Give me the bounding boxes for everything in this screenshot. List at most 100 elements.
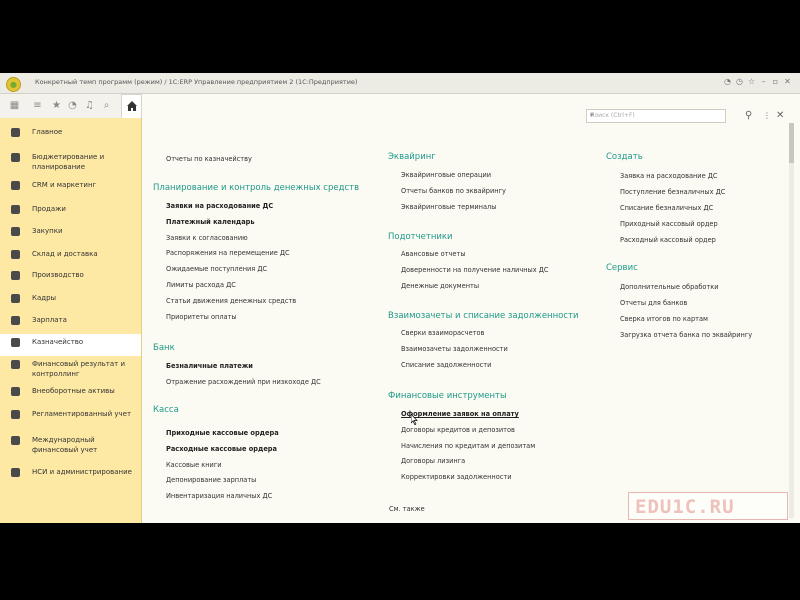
sidebar-item-label: Внеоборотные активы [32,387,115,395]
nav-link[interactable]: Договоры кредитов и депозитов [401,426,515,434]
nav-link[interactable]: Доверенности на получение наличных ДС [401,266,549,274]
nav-link[interactable]: Расходные кассовые ордера [166,445,277,453]
maximize-icon[interactable]: ▫ [771,76,780,87]
nav-link[interactable]: Денежные документы [401,282,479,290]
nav-link[interactable]: Распоряжения на перемещение ДС [166,249,290,257]
search-settings-icon[interactable]: ⚲ [745,110,752,121]
nav-link[interactable]: Статьи движения денежных средств [166,297,296,305]
sidebar-item[interactable]: Бюджетирование и планирование [0,149,141,175]
app-logo-icon: ● [6,77,21,92]
scrollbar[interactable] [789,123,794,518]
sidebar-item[interactable]: Закупки [0,223,141,241]
sidebar-item[interactable]: Внеоборотные активы [0,383,141,401]
search-icon[interactable]: ⌕ [100,99,113,112]
globe-icon [11,436,20,445]
more-icon[interactable]: ⋮ [763,111,771,120]
nav-link[interactable]: Расходный кассовый ордер [620,236,716,244]
see-also-link[interactable]: См. также [389,505,425,513]
menu-icon [11,128,20,137]
sidebar-item-label: Кадры [32,294,57,302]
scrollbar-thumb[interactable] [789,123,794,163]
sidebar-item[interactable]: Производство [0,267,141,285]
title-bar: ● Конкретный темп программ (режим) / 1С:… [0,73,800,94]
cart-icon [11,205,20,214]
close-icon[interactable]: ✕ [776,110,784,121]
star-icon[interactable]: ☆ [747,76,756,87]
minimize-icon[interactable]: – [759,76,768,87]
bell-icon[interactable]: ♫ [83,99,96,112]
section-heading: Создать [606,152,643,162]
history-icon[interactable]: ◔ [66,99,79,112]
nav-link[interactable]: Приходный кассовый ордер [620,220,718,228]
sidebar: Главное Бюджетирование и планирование CRM … [0,118,142,523]
nav-link[interactable]: Сверка итогов по картам [620,315,708,323]
nav-link[interactable]: Приходные кассовые ордера [166,429,279,437]
dropdown-arrow-icon[interactable]: ▾ [590,111,722,119]
nav-link[interactable]: Сверки взаиморасчетов [401,329,484,337]
nav-link[interactable]: Корректировки задолженности [401,473,511,481]
app-window: ● Конкретный темп программ (режим) / 1С:… [0,73,800,523]
section-heading: Банк [153,343,175,353]
history-icon[interactable]: ◷ [735,76,744,87]
nav-link[interactable]: Инвентаризация наличных ДС [166,492,272,500]
nav-link[interactable]: Лимиты расхода ДС [166,281,236,289]
nav-link[interactable]: Договоры лизинга [401,457,465,465]
warehouse-icon [11,250,20,259]
nav-link[interactable]: Загрузка отчета банка по эквайрингу [620,331,752,339]
nav-link[interactable]: Списание задолженности [401,361,491,369]
chart-icon [11,360,20,369]
sidebar-item[interactable]: Главное [0,124,141,142]
sidebar-item-label: Главное [32,128,63,136]
nav-link[interactable]: Платежный календарь [166,218,255,226]
nav-link[interactable]: Взаимозачеты задолженности [401,345,508,353]
search-field[interactable]: Поиск (Ctrl+F) ▾ [586,109,726,123]
section-heading: Сервис [606,263,638,273]
sidebar-item[interactable]: CRM и маркетинг [0,177,141,195]
nav-link[interactable]: Отчеты для банков [620,299,687,307]
nav-link[interactable]: Авансовые отчеты [401,250,466,258]
menu-icon[interactable]: ≡ [31,99,44,112]
nav-link[interactable]: Поступление безналичных ДС [620,188,725,196]
sidebar-item-label: CRM и маркетинг [32,181,97,189]
nav-link[interactable]: Заявки к согласованию [166,234,248,242]
nav-link[interactable]: Кассовые книги [166,461,222,469]
sidebar-item[interactable]: Казначейство [0,334,141,356]
nav-link[interactable]: Дополнительные обработки [620,283,719,291]
sidebar-item[interactable]: Зарплата [0,312,141,330]
nav-link[interactable]: Ожидаемые поступления ДС [166,265,267,273]
nav-link[interactable]: Отчеты банков по эквайрингу [401,187,506,195]
treasury-icon [11,338,20,347]
nav-link[interactable]: Начисления по кредитам и депозитам [401,442,535,450]
nav-link[interactable]: Эквайринговые операции [401,171,491,179]
section-heading: Эквайринг [388,152,436,162]
nav-link[interactable]: Заявки на расходование ДС [166,202,273,210]
close-window-icon[interactable]: ✕ [783,76,792,87]
sidebar-item[interactable]: Финансовый результат и контроллинг [0,356,141,382]
mouse-cursor-icon [411,414,418,425]
sidebar-item-label: Продажи [32,205,66,213]
sidebar-item-label: Казначейство [32,338,84,346]
link-reports[interactable]: Отчеты по казначейству [166,155,252,163]
apps-grid-icon[interactable]: ▦ [8,99,21,112]
nav-link[interactable]: Отражение расхождений при низкоходе ДС [166,378,321,386]
star-icon[interactable]: ★ [50,99,63,112]
sidebar-item[interactable]: Продажи [0,201,141,219]
section-heading: Планирование и контроль денежных средств [153,183,360,193]
sidebar-item-label: Бюджетирование и планирование [32,153,105,171]
sidebar-item[interactable]: Склад и доставка [0,246,141,264]
budget-icon [11,153,20,162]
nav-link[interactable]: Приоритеты оплаты [166,313,237,321]
payroll-icon [11,316,20,325]
people-icon [11,294,20,303]
sidebar-item[interactable]: Международный финансовый учет [0,432,141,462]
nav-link[interactable]: Списание безналичных ДС [620,204,713,212]
nav-link[interactable]: Заявка на расходование ДС [620,172,718,180]
sidebar-item[interactable]: НСИ и администрирование [0,464,141,490]
home-tab[interactable] [121,94,142,119]
sidebar-item[interactable]: Кадры [0,290,141,308]
nav-link[interactable]: Эквайринговые терминалы [401,203,496,211]
nav-link[interactable]: Безналичные платежи [166,362,253,370]
bell-icon[interactable]: ◔ [723,76,732,87]
nav-link[interactable]: Депонирование зарплаты [166,476,256,484]
sidebar-item[interactable]: Регламентированный учет [0,406,141,428]
